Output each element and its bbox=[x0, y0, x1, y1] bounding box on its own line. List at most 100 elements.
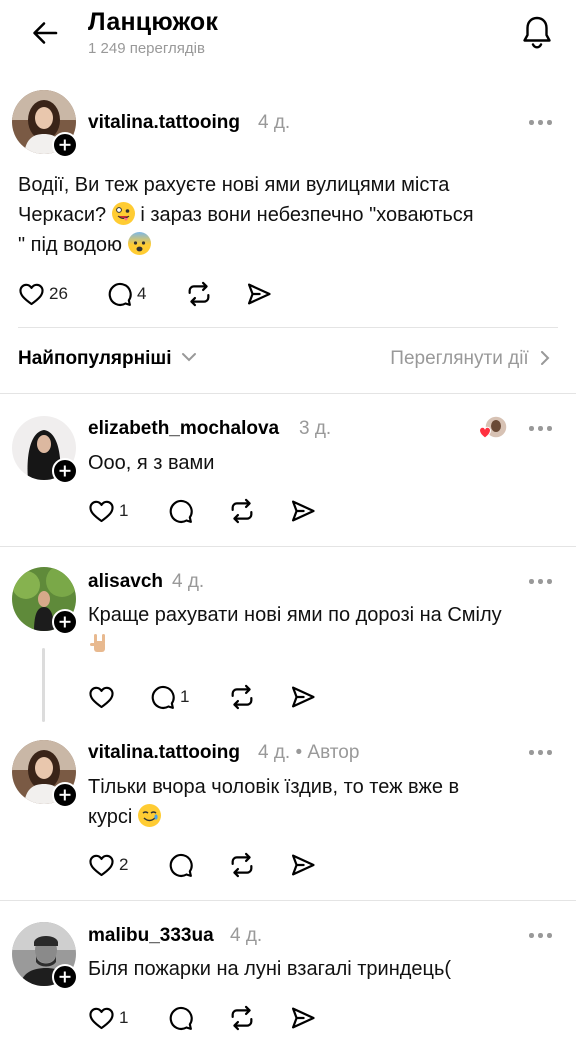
send-icon bbox=[289, 683, 317, 711]
share-button[interactable] bbox=[289, 849, 317, 881]
comment-count: 1 bbox=[180, 687, 190, 706]
more-options-icon[interactable] bbox=[529, 424, 555, 432]
heart-icon bbox=[88, 684, 115, 711]
comment-bubble-icon bbox=[106, 281, 133, 308]
follow-plus-button[interactable] bbox=[52, 782, 78, 808]
reply-time: 4 д. bbox=[172, 571, 205, 592]
more-options-icon[interactable] bbox=[529, 118, 555, 126]
heart-icon bbox=[88, 1005, 115, 1032]
heart-icon bbox=[18, 281, 45, 308]
page-title: Ланцюжок bbox=[88, 8, 219, 36]
like-button[interactable] bbox=[88, 681, 115, 713]
view-count: 1 249 переглядів bbox=[88, 40, 205, 57]
like-button[interactable]: 2 bbox=[88, 849, 128, 881]
more-options-icon[interactable] bbox=[529, 577, 555, 585]
more-options-icon[interactable] bbox=[529, 931, 555, 939]
reply-text: Краще рахувати нові ями по дорозі на Смі… bbox=[88, 604, 502, 626]
thread-line bbox=[42, 648, 45, 722]
zany-face-emoji-icon bbox=[111, 202, 135, 225]
post-author-avatar-wrap bbox=[12, 90, 78, 158]
divider bbox=[0, 546, 576, 547]
post-text-line-2: Черкаси? і зараз вони небезпечно "ховают… bbox=[18, 202, 474, 226]
comment-button[interactable]: 1 bbox=[149, 681, 189, 713]
reply-username[interactable]: vitalina.tattooing bbox=[88, 742, 240, 764]
post-text-line-3: " під водою bbox=[18, 230, 151, 260]
reply-avatar-wrap bbox=[12, 567, 78, 635]
repost-icon bbox=[228, 683, 256, 711]
reply-text: Ооо, я з вами bbox=[88, 452, 215, 474]
like-count: 1 bbox=[119, 501, 129, 520]
send-icon bbox=[289, 497, 317, 525]
reply-text-line-2: курсі bbox=[88, 802, 161, 832]
follow-plus-button[interactable] bbox=[52, 609, 78, 635]
repost-icon bbox=[228, 497, 256, 525]
smiling-tear-emoji-icon bbox=[137, 804, 161, 827]
fearful-face-emoji-icon bbox=[127, 232, 151, 255]
post-time: 4 д. bbox=[258, 112, 291, 133]
comment-bubble-icon bbox=[149, 684, 176, 711]
comment-count: 4 bbox=[137, 284, 147, 303]
share-button[interactable] bbox=[289, 495, 317, 527]
follow-plus-button[interactable] bbox=[52, 132, 78, 158]
heart-icon bbox=[88, 852, 115, 879]
repost-icon bbox=[228, 851, 256, 879]
comment-button[interactable]: 4 bbox=[106, 278, 146, 310]
comment-bubble-icon bbox=[167, 852, 194, 879]
reply-time: 4 д. bbox=[230, 925, 263, 946]
comment-button[interactable] bbox=[167, 849, 194, 881]
chevron-right-icon bbox=[541, 351, 550, 365]
author-tag: • Автор bbox=[295, 742, 360, 763]
reply-avatar-wrap bbox=[12, 922, 78, 990]
reply-username[interactable]: malibu_333ua bbox=[88, 925, 214, 947]
like-button[interactable]: 26 bbox=[18, 278, 68, 310]
reply-text: Біля пожарки на луні взагалі триндець( bbox=[88, 958, 452, 980]
repost-button[interactable] bbox=[228, 681, 256, 713]
like-button[interactable]: 1 bbox=[88, 495, 128, 527]
share-button[interactable] bbox=[245, 278, 273, 310]
post-username[interactable]: vitalina.tattooing bbox=[88, 112, 240, 134]
bell-icon[interactable] bbox=[520, 14, 554, 50]
reply-username[interactable]: alisavch bbox=[88, 571, 163, 593]
send-icon bbox=[289, 1004, 317, 1032]
heart-icon bbox=[88, 498, 115, 525]
arrow-left-icon[interactable] bbox=[30, 18, 60, 48]
sort-dropdown[interactable]: Найпопулярніші bbox=[18, 348, 197, 370]
repost-button[interactable] bbox=[228, 1002, 256, 1034]
reply-username[interactable]: elizabeth_mochalova bbox=[88, 418, 279, 440]
chevron-down-icon bbox=[181, 353, 196, 362]
view-activity-link[interactable]: Переглянути дії bbox=[390, 348, 550, 370]
post-text-line-1: Водії, Ви теж рахуєте нові ями вулицями … bbox=[18, 174, 450, 196]
liked-by-author-avatar bbox=[478, 414, 508, 442]
reply-avatar-wrap bbox=[12, 740, 78, 808]
reply-time: 4 д. • Автор bbox=[258, 742, 360, 763]
repost-icon bbox=[185, 280, 213, 308]
like-count: 26 bbox=[49, 284, 68, 303]
comment-bubble-icon bbox=[167, 498, 194, 525]
more-options-icon[interactable] bbox=[529, 748, 555, 756]
reply-avatar-wrap bbox=[12, 416, 78, 484]
repost-button[interactable] bbox=[185, 278, 213, 310]
share-button[interactable] bbox=[289, 1002, 317, 1034]
follow-plus-button[interactable] bbox=[52, 458, 78, 484]
divider bbox=[0, 900, 576, 901]
send-icon bbox=[245, 280, 273, 308]
divider bbox=[0, 393, 576, 394]
comment-bubble-icon bbox=[167, 1005, 194, 1032]
like-count: 1 bbox=[119, 1008, 129, 1027]
comment-button[interactable] bbox=[167, 1002, 194, 1034]
repost-icon bbox=[228, 1004, 256, 1032]
divider bbox=[18, 327, 558, 328]
rock-on-hand-emoji-icon bbox=[88, 632, 111, 655]
reply-time: 3 д. bbox=[299, 418, 332, 439]
top-bar: Ланцюжок 1 249 переглядів bbox=[0, 0, 576, 70]
send-icon bbox=[289, 851, 317, 879]
repost-button[interactable] bbox=[228, 849, 256, 881]
like-count: 2 bbox=[119, 855, 129, 874]
like-button[interactable]: 1 bbox=[88, 1002, 128, 1034]
follow-plus-button[interactable] bbox=[52, 964, 78, 990]
reply-text-line-1: Тільки вчора чоловік їздив, то теж вже в bbox=[88, 776, 460, 798]
share-button[interactable] bbox=[289, 681, 317, 713]
reply-text-emoji-line bbox=[88, 630, 111, 660]
comment-button[interactable] bbox=[167, 495, 194, 527]
repost-button[interactable] bbox=[228, 495, 256, 527]
